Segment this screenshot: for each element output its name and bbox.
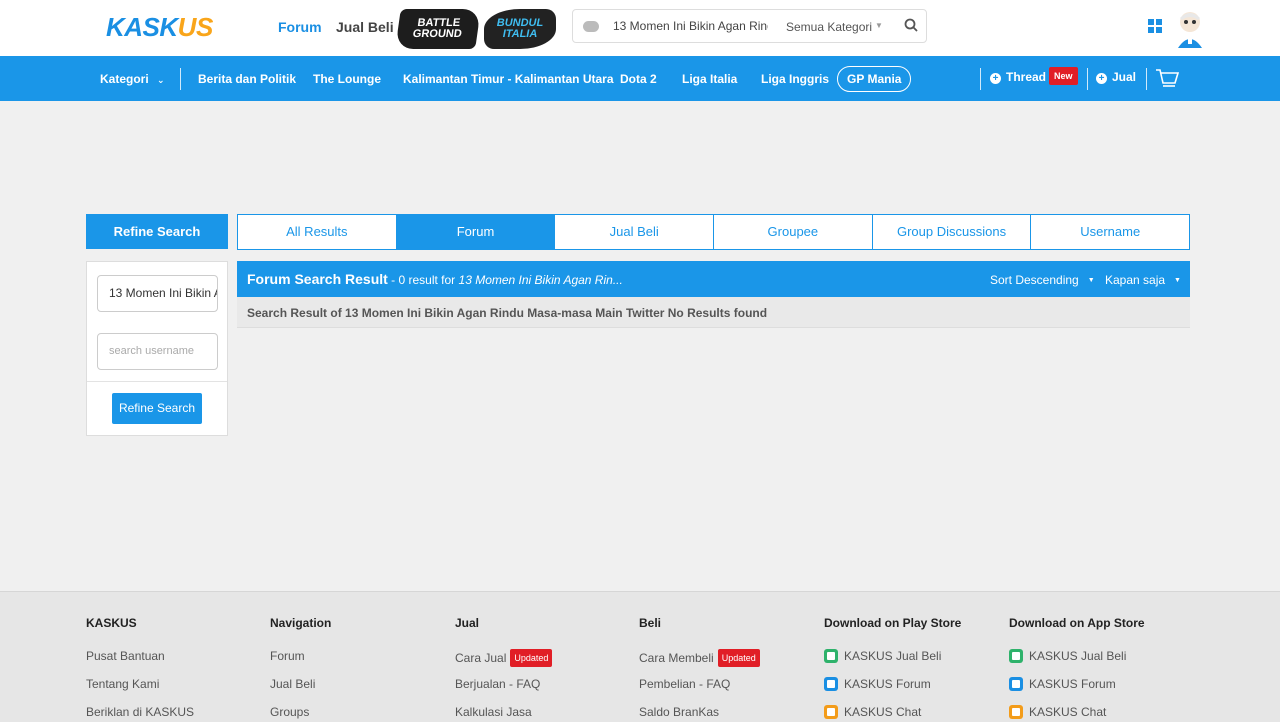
footer-col-app-store: Download on App Store KASKUS Jual Beli K… [1009,616,1189,722]
footer-link[interactable]: Groups [270,705,450,722]
chat-bubble-icon [583,21,599,32]
refine-search-title: Refine Search [86,214,228,249]
tab-jual-beli[interactable]: Jual Beli [554,215,713,249]
kategori-dropdown[interactable]: Kategori ⌄ [100,72,165,86]
nav-divider [180,68,181,90]
search-icon[interactable] [904,18,918,32]
category-select[interactable]: Semua Kategori [786,20,872,34]
search-input[interactable]: 13 Momen Ini Bikin Agan Rindu Masa-masa … [613,19,768,33]
refine-search-button[interactable]: Refine Search [112,393,202,424]
nav-item-gp-mania[interactable]: GP Mania [837,66,912,92]
updated-badge: Updated [717,649,760,667]
search-bar[interactable]: 13 Momen Ini Bikin Agan Rindu Masa-masa … [572,9,927,43]
footer-link[interactable]: KASKUS Chat [1009,705,1189,722]
create-jual-button[interactable]: + Jual [1096,70,1136,84]
tab-all-results[interactable]: All Results [238,215,396,249]
nav-item-dota-2[interactable]: Dota 2 [620,72,657,86]
tab-username[interactable]: Username [1030,215,1189,249]
divider [87,381,227,382]
kaskus-logo[interactable]: KASKUS [106,12,213,43]
result-title: Forum Search Result - 0 result for 13 Mo… [247,271,623,287]
jual-beli-link[interactable]: Jual Beli [336,19,394,35]
footer: KASKUS Pusat Bantuan Tentang Kami Berikl… [0,591,1280,722]
footer-link[interactable]: KASKUS Jual Beli [1009,649,1189,677]
footer-link[interactable]: Berjualan - FAQ [455,677,635,705]
cart-icon[interactable] [1155,68,1179,90]
tab-group-discussions[interactable]: Group Discussions [871,215,1031,249]
sort-dropdown[interactable]: Sort Descending ▼ [990,273,1095,287]
plus-icon: + [1096,73,1107,84]
footer-col-jual: Jual Cara Jual Updated Berjualan - FAQ Ka… [455,616,635,722]
no-results-message: Search Result of 13 Momen Ini Bikin Agan… [237,297,1190,328]
nav-divider [1146,68,1147,90]
forum-app-icon [824,677,838,691]
footer-col-navigation: Navigation Forum Jual Beli Groups [270,616,450,722]
nav-item-berita-dan-politik[interactable]: Berita dan Politik [198,72,296,86]
chevron-down-icon: ▼ [1087,277,1095,284]
top-header: KASKUS Forum Jual Beli BATTLE GROUND BUN… [0,0,1280,56]
footer-link[interactable]: Cara Jual Updated [455,649,635,677]
nav-divider [980,68,981,90]
footer-link[interactable]: Saldo BranKas [639,705,819,722]
footer-link[interactable]: Kalkulasi Jasa [455,705,635,722]
chevron-down-icon: ▼ [1174,277,1181,284]
nav-divider [1087,68,1088,90]
battleground-promo[interactable]: BATTLE GROUND [395,9,481,49]
refine-search-panel: 13 Momen Ini Bikin Agan Rindu Masa-masa … [86,261,228,436]
plus-icon: + [990,73,1001,84]
footer-link[interactable]: Forum [270,649,450,677]
updated-badge: Updated [510,649,553,667]
chat-app-icon [1009,705,1023,719]
footer-link[interactable]: Tentang Kami [86,677,266,705]
footer-link[interactable]: KASKUS Jual Beli [824,649,1004,677]
new-badge: New [1049,67,1078,85]
footer-link[interactable]: KASKUS Forum [824,677,1004,705]
nav-item-liga-italia[interactable]: Liga Italia [682,72,737,86]
nav-item-liga-inggris[interactable]: Liga Inggris [761,72,829,86]
footer-col-kaskus: KASKUS Pusat Bantuan Tentang Kami Berikl… [86,616,266,722]
username-input[interactable]: search username [97,333,218,370]
result-tabs: All Results Forum Jual Beli Groupee Grou… [237,214,1190,250]
tab-forum[interactable]: Forum [395,215,555,249]
avatar[interactable] [1172,8,1208,48]
nav-item-kalimantan[interactable]: Kalimantan Timur - Kalimantan Utara [403,72,614,86]
create-thread-button[interactable]: + Thread [990,70,1046,84]
footer-link[interactable]: Pusat Bantuan [86,649,266,677]
footer-link[interactable]: KASKUS Chat [824,705,1004,722]
forum-app-icon [1009,677,1023,691]
jual-beli-app-icon [824,649,838,663]
footer-link[interactable]: Beriklan di KASKUS [86,705,266,722]
jual-beli-app-icon [1009,649,1023,663]
footer-link[interactable]: Jual Beli [270,677,450,705]
footer-link[interactable]: Pembelian - FAQ [639,677,819,705]
category-navbar: Kategori ⌄ Berita dan Politik The Lounge… [0,56,1280,101]
result-header: Forum Search Result - 0 result for 13 Mo… [237,261,1190,297]
time-filter-dropdown[interactable]: Kapan saja ▼ [1105,273,1181,287]
footer-col-beli: Beli Cara Membeli Updated Pembelian - FAQ… [639,616,819,722]
footer-link[interactable]: KASKUS Forum [1009,677,1189,705]
bundul-italia-promo[interactable]: BUNDUL ITALIA [484,9,556,49]
footer-link[interactable]: Cara Membeli Updated [639,649,819,677]
footer-col-play-store: Download on Play Store KASKUS Jual Beli … [824,616,1004,722]
apps-grid-icon[interactable] [1148,19,1162,33]
keyword-input[interactable]: 13 Momen Ini Bikin Agan Rindu Masa-masa … [97,275,218,312]
nav-item-the-lounge[interactable]: The Lounge [313,72,381,86]
chat-app-icon [824,705,838,719]
chevron-down-icon[interactable]: ▼ [875,21,883,30]
tab-groupee[interactable]: Groupee [713,215,872,249]
forum-link[interactable]: Forum [278,19,322,35]
